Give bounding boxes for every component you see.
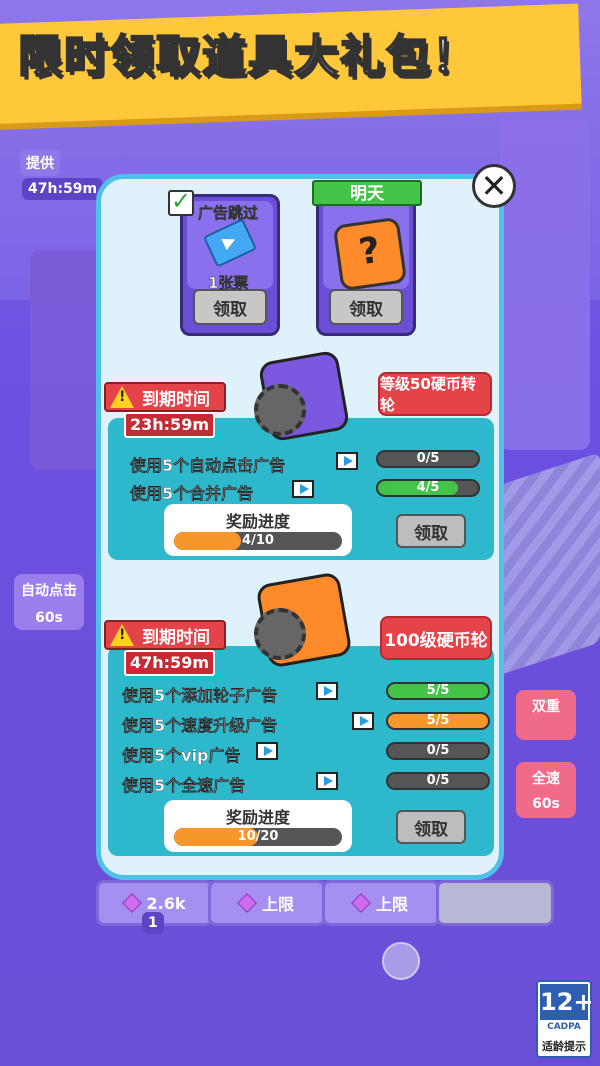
- claim-button-1[interactable]: 领取: [396, 514, 466, 548]
- reward-progress-2: 奖励进度 10/20: [164, 800, 352, 852]
- video-ad-icon: [316, 772, 338, 790]
- gear-icon: [254, 384, 306, 436]
- upgrade-button[interactable]: [436, 880, 554, 926]
- limit-button-1[interactable]: 上限: [208, 880, 326, 926]
- task-2-3: 使用5个vip广告: [122, 746, 241, 765]
- close-icon[interactable]: ✕: [472, 164, 516, 208]
- task-progress-bar: 0/5: [376, 450, 480, 468]
- task-progress-bar: 0/5: [386, 742, 490, 760]
- warning-icon: [110, 624, 134, 646]
- auto-click-label: 自动点击: [21, 583, 77, 599]
- expiry-label-2: 到期时间: [104, 620, 226, 650]
- age-rating-org: CADPA: [547, 1022, 581, 1032]
- age-rating-hint: 适龄提示: [542, 1040, 586, 1053]
- reward-title-1: 等级50硬币转轮: [378, 372, 492, 416]
- expiry-label-1: 到期时间: [104, 382, 226, 412]
- home-indicator[interactable]: [382, 942, 420, 980]
- task-2-2: 使用5个速度升级广告: [122, 716, 278, 735]
- background-machine-right: [500, 120, 590, 450]
- timer-1: 23h:59m: [124, 412, 215, 438]
- tomorrow-label: 明天: [312, 180, 422, 206]
- double-card[interactable]: 双重: [516, 690, 576, 740]
- double-label: 双重: [532, 699, 560, 715]
- checkbox-checked-icon: ✓: [168, 189, 194, 216]
- task-1-1: 使用5个自动点击广告: [130, 456, 286, 475]
- claim-button-2[interactable]: 领取: [396, 810, 466, 844]
- expiry-text-1: 到期时间: [142, 389, 210, 410]
- age-rating-number: 12+: [540, 984, 594, 1020]
- limit-label-2: 上限: [375, 895, 408, 914]
- reward-title-2: 100级硬币轮: [380, 616, 492, 660]
- task-progress-bar: 0/5: [386, 772, 490, 790]
- video-ad-icon: [316, 682, 338, 700]
- gear-icon: [254, 608, 306, 660]
- task-progress-bar: 5/5: [386, 712, 490, 730]
- ad-skip-claim-button[interactable]: 领取: [193, 289, 267, 325]
- reward-progress-label: 奖励进度: [225, 512, 290, 531]
- mystery-wheel-icon: ?: [332, 216, 408, 292]
- ad-skip-amount: 1张票: [208, 274, 249, 293]
- task-2-4: 使用5个全速广告: [122, 776, 246, 795]
- reward-progress-1: 奖励进度 4/10: [164, 504, 352, 556]
- promo-banner-title: 限时领取道具大礼包！: [17, 30, 478, 83]
- provide-label: 提供: [20, 150, 60, 176]
- task-progress-text: 0/5: [426, 773, 450, 788]
- task-progress-text: 0/5: [426, 743, 450, 758]
- age-rating-badge: 12+ CADPA 适龄提示: [536, 980, 594, 1058]
- limit-button-2[interactable]: 上限: [322, 880, 440, 926]
- timer-2: 47h:59m: [124, 650, 215, 676]
- expiry-text-2: 到期时间: [142, 627, 210, 648]
- task-progress-bar: 5/5: [386, 682, 490, 700]
- task-progress-text: 4/5: [416, 480, 440, 495]
- reward-progress-text: 10/20: [237, 829, 279, 844]
- full-speed-time: 60s: [532, 796, 560, 812]
- video-ad-icon: [336, 452, 358, 470]
- warning-icon: [110, 386, 134, 408]
- coins-count: 1: [142, 912, 164, 934]
- task-1-2: 使用5个合并广告: [130, 484, 254, 503]
- reward-progress-label: 奖励进度: [225, 808, 290, 827]
- ad-skip-label: 广告跳过: [198, 204, 259, 223]
- reward-progress-text: 4/10: [242, 533, 274, 548]
- reward-progress-bar: 10/20: [174, 828, 342, 846]
- full-speed-label: 全速: [532, 771, 560, 787]
- task-progress-bar: 4/5: [376, 479, 480, 497]
- task-progress-text: 0/5: [416, 451, 440, 466]
- gem-icon: [237, 893, 257, 913]
- video-ad-icon: [256, 742, 278, 760]
- task-progress-text: 5/5: [426, 713, 450, 728]
- auto-click-card[interactable]: 自动点击 60s: [14, 574, 84, 630]
- coins-value: 2.6k: [146, 893, 186, 913]
- gem-icon: [351, 893, 371, 913]
- video-ad-icon: [292, 480, 314, 498]
- full-speed-card[interactable]: 全速 60s: [516, 762, 576, 818]
- gem-icon: [121, 893, 142, 913]
- task-2-1: 使用5个添加轮子广告: [122, 686, 278, 705]
- auto-click-time: 60s: [35, 610, 63, 626]
- limit-label-1: 上限: [261, 895, 294, 914]
- video-ad-icon: [352, 712, 374, 730]
- task-progress-text: 5/5: [426, 683, 450, 698]
- reward-progress-bar: 4/10: [174, 532, 342, 550]
- tomorrow-claim-button[interactable]: 领取: [329, 289, 403, 325]
- provide-timer: 47h:59m: [22, 178, 104, 200]
